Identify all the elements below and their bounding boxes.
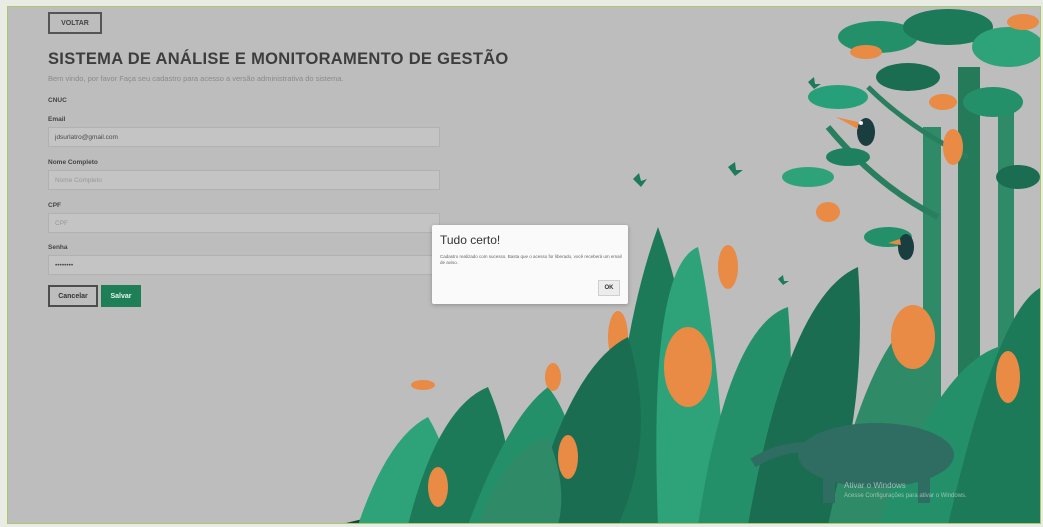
- full-name-field[interactable]: [48, 170, 440, 190]
- activation-watermark-text: Acesse Configurações para ativar o Windo…: [844, 493, 967, 499]
- app-frame: VOLTAR SISTEMA DE ANÁLISE E MONITORAMENT…: [7, 6, 1041, 524]
- page-title: SISTEMA DE ANÁLISE E MONITORAMENTO DE GE…: [48, 50, 509, 68]
- email-label: Email: [48, 116, 66, 123]
- ok-button[interactable]: OK: [598, 280, 620, 296]
- back-button[interactable]: VOLTAR: [48, 12, 102, 34]
- page-subtitle: Bem vindo, por favor Faça seu cadastro p…: [48, 74, 344, 83]
- name-label: Nome Completo: [48, 159, 98, 166]
- email-field[interactable]: [48, 127, 440, 147]
- dialog-message: Cadastro realizado com sucesso. Basta qu…: [440, 254, 622, 265]
- cpf-label: CPF: [48, 202, 61, 209]
- cnuc-label: CNUC: [48, 97, 67, 104]
- activation-watermark-title: Ativar o Windows: [844, 481, 906, 490]
- save-button[interactable]: Salvar: [101, 285, 141, 307]
- password-label: Senha: [48, 244, 68, 251]
- cpf-field[interactable]: [48, 213, 440, 233]
- cancel-button[interactable]: Cancelar: [48, 285, 98, 307]
- success-dialog: Tudo certo! Cadastro realizado com suces…: [432, 225, 628, 304]
- dialog-title: Tudo certo!: [440, 233, 501, 247]
- password-field[interactable]: [48, 255, 440, 275]
